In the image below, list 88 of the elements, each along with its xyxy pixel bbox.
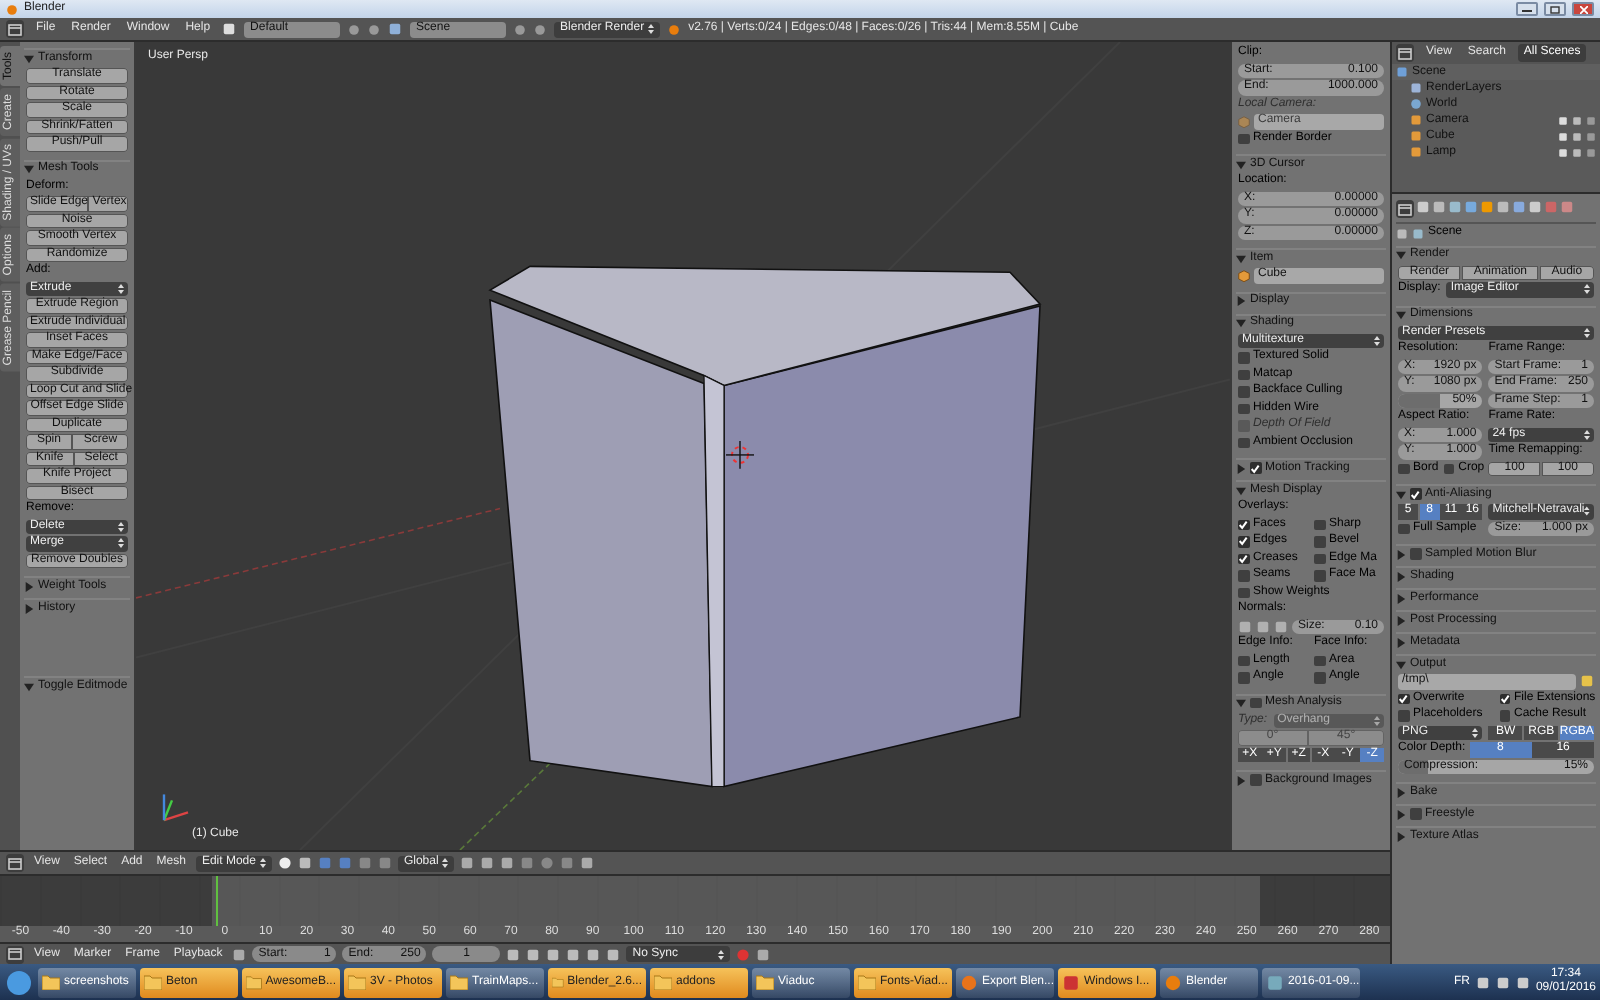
disclosure-triangle-icon[interactable] — [1236, 159, 1246, 169]
disclosure-triangle-icon[interactable] — [1236, 698, 1246, 708]
disclosure-triangle-icon[interactable] — [1396, 549, 1406, 559]
up-down-arrows-icon — [1584, 284, 1590, 295]
editor-type-icon[interactable] — [6, 20, 24, 38]
disclosure-triangle-icon[interactable] — [1236, 296, 1246, 306]
checkbox[interactable] — [1238, 553, 1249, 564]
axis-gizmo-icon — [162, 794, 189, 822]
up-down-arrows-icon — [259, 858, 266, 868]
checkbox[interactable] — [1238, 519, 1249, 530]
up-down-arrows-icon — [118, 521, 124, 532]
checkbox[interactable] — [1238, 369, 1249, 380]
checkbox[interactable] — [1314, 672, 1325, 683]
checkbox[interactable] — [1250, 774, 1261, 786]
minimize-icon — [1522, 6, 1532, 12]
up-down-arrows-icon — [648, 24, 655, 34]
checkbox[interactable] — [1238, 672, 1249, 683]
app-logo-icon — [6, 3, 18, 15]
checkbox[interactable] — [1410, 548, 1421, 560]
checkbox[interactable] — [1398, 523, 1409, 534]
checkbox[interactable] — [1314, 519, 1325, 530]
checkbox[interactable] — [1250, 462, 1261, 474]
checkbox[interactable] — [1250, 697, 1261, 709]
disclosure-triangle-icon[interactable] — [1236, 485, 1246, 495]
checkbox[interactable] — [1410, 488, 1421, 500]
checkbox[interactable] — [1238, 655, 1249, 666]
disclosure-triangle-icon[interactable] — [1396, 659, 1406, 669]
disclosure-triangle-icon[interactable] — [24, 53, 34, 63]
checkbox[interactable] — [1314, 570, 1325, 581]
checkbox[interactable] — [1314, 553, 1325, 564]
checkbox[interactable] — [1238, 133, 1249, 144]
checkbox[interactable] — [1238, 587, 1249, 598]
disclosure-triangle-icon[interactable] — [1396, 637, 1406, 647]
disclosure-triangle-icon[interactable] — [24, 581, 34, 591]
up-down-arrows-icon — [1584, 429, 1590, 440]
editor-type-icon[interactable] — [1396, 200, 1414, 218]
up-down-arrows-icon — [1374, 715, 1380, 726]
up-down-arrows-icon — [1374, 335, 1380, 346]
up-down-arrows-icon — [718, 949, 725, 959]
current-frame-line — [215, 876, 219, 926]
checkbox[interactable] — [1314, 655, 1325, 666]
checkbox[interactable] — [1410, 808, 1421, 820]
editor-type-icon[interactable] — [6, 854, 24, 872]
checkbox[interactable] — [1499, 693, 1510, 704]
checkbox[interactable] — [1314, 536, 1325, 547]
maximize-button[interactable] — [1544, 2, 1566, 16]
disclosure-triangle-icon[interactable] — [1396, 250, 1406, 260]
disclosure-triangle-icon[interactable] — [1396, 831, 1406, 841]
app-logo-icon — [1164, 973, 1182, 991]
up-down-arrows-icon — [118, 283, 124, 294]
app-logo-icon — [668, 23, 681, 35]
disclosure-triangle-icon[interactable] — [24, 603, 34, 613]
disclosure-triangle-icon[interactable] — [1396, 615, 1406, 625]
up-down-arrows-icon — [1584, 327, 1590, 338]
checkbox[interactable] — [1398, 463, 1409, 474]
minimize-button[interactable] — [1516, 2, 1538, 16]
disclosure-triangle-icon[interactable] — [1236, 318, 1246, 328]
checkbox[interactable] — [1238, 570, 1249, 581]
disclosure-triangle-icon[interactable] — [1396, 809, 1406, 819]
disclosure-triangle-icon[interactable] — [24, 164, 34, 174]
disclosure-triangle-icon[interactable] — [1396, 787, 1406, 797]
disclosure-triangle-icon[interactable] — [24, 681, 34, 691]
up-down-arrows-icon — [118, 538, 124, 549]
disclosure-triangle-icon[interactable] — [1396, 571, 1406, 581]
checkbox[interactable] — [1238, 437, 1249, 448]
up-down-arrows-icon — [1584, 506, 1590, 517]
close-button[interactable] — [1572, 2, 1594, 16]
up-down-arrows-icon — [1472, 727, 1479, 738]
maximize-icon — [1550, 5, 1560, 13]
editor-type-icon[interactable] — [1396, 44, 1414, 62]
disclosure-triangle-icon[interactable] — [1396, 310, 1406, 320]
checkbox[interactable] — [1238, 352, 1249, 363]
up-down-arrows-icon — [442, 858, 449, 868]
checkbox[interactable] — [1238, 403, 1249, 414]
disclosure-triangle-icon[interactable] — [1236, 775, 1246, 785]
disclosure-triangle-icon[interactable] — [1396, 489, 1406, 499]
checkbox[interactable] — [1443, 463, 1455, 474]
editor-type-icon[interactable] — [6, 945, 24, 963]
checkbox[interactable] — [1398, 693, 1409, 704]
disclosure-triangle-icon[interactable] — [1236, 463, 1246, 473]
checkbox[interactable] — [1238, 536, 1249, 547]
3d-cursor-icon — [725, 440, 755, 470]
checkbox[interactable] — [1499, 710, 1510, 721]
start-button-icon[interactable] — [4, 967, 34, 997]
disclosure-triangle-icon[interactable] — [1396, 593, 1406, 603]
checkbox[interactable] — [1398, 710, 1409, 721]
checkbox[interactable] — [1238, 386, 1249, 397]
disclosure-triangle-icon[interactable] — [1236, 253, 1246, 263]
